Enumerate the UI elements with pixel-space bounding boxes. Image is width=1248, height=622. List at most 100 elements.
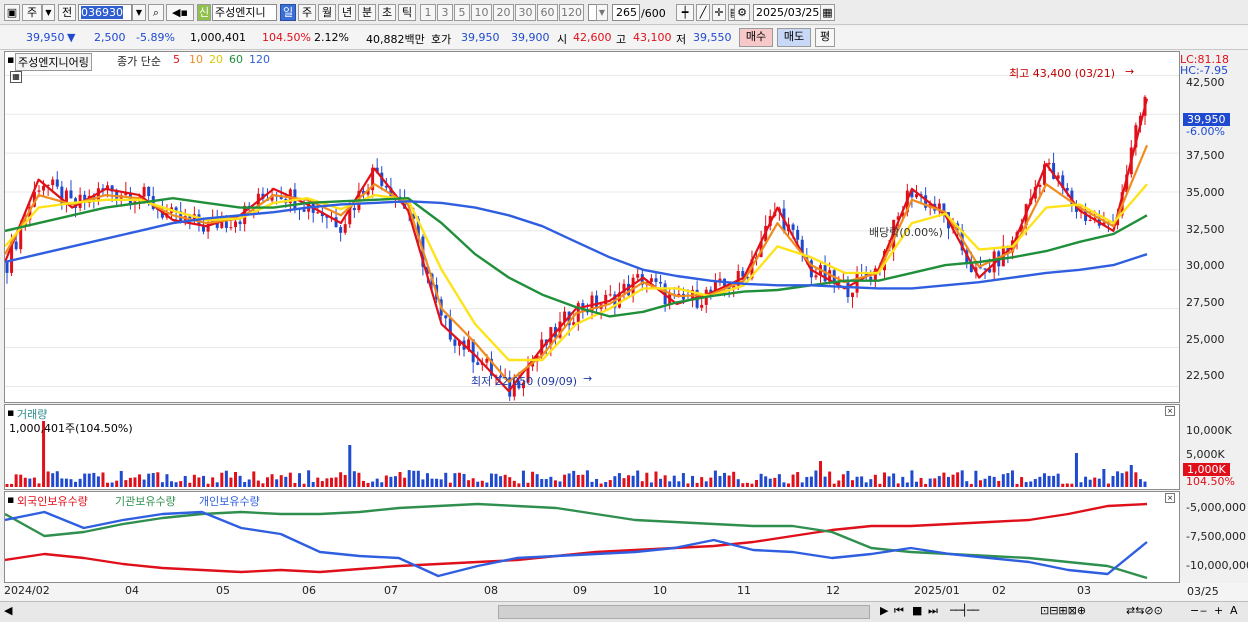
bottom-scrollbar[interactable]: ◀ ▶ ⏮ ■ ⏭ ──┤── ⊡⊟⊞⊠⊕ ⇄⇆⊘⊙ − ‒ + A bbox=[0, 601, 1248, 622]
period-week-button[interactable]: 주 bbox=[298, 4, 316, 21]
line-tool-icon[interactable]: ╱ bbox=[696, 4, 710, 21]
interval-3-button[interactable]: 3 bbox=[437, 4, 453, 21]
volume-bar bbox=[366, 482, 370, 487]
ma10-legend[interactable]: 10 bbox=[189, 53, 203, 66]
volume-close-icon[interactable]: × bbox=[1165, 406, 1175, 416]
new-badge: 신 bbox=[197, 4, 211, 21]
buy-button[interactable]: 매수 bbox=[739, 28, 773, 47]
volume-bar bbox=[439, 479, 443, 487]
y-tick: 25,000 bbox=[1186, 333, 1225, 346]
x-axis-label: 08 bbox=[484, 584, 498, 597]
speaker-icon[interactable]: ◀▪ bbox=[166, 4, 194, 21]
y-tick: 27,500 bbox=[1186, 296, 1225, 309]
ma5-legend[interactable]: 5 bbox=[173, 53, 180, 66]
foreign-legend[interactable]: 외국인보유수량 bbox=[17, 493, 88, 509]
code-dropdown-chevron-icon[interactable]: ▼ bbox=[132, 4, 146, 21]
volume-bar bbox=[211, 477, 215, 487]
individual-legend[interactable]: 개인보유수량 bbox=[199, 493, 260, 509]
stop-icon[interactable]: ■ bbox=[912, 604, 922, 617]
volume-bar bbox=[590, 481, 594, 487]
tool-icons[interactable]: ⇄⇆⊘⊙ bbox=[1126, 604, 1163, 617]
scroll-right-icon[interactable]: ▶ bbox=[880, 604, 888, 617]
zoom-out-icon[interactable]: − bbox=[1190, 604, 1199, 617]
volume-bar bbox=[759, 473, 763, 487]
period-minute-button[interactable]: 분 bbox=[358, 4, 376, 21]
holdings-close-icon[interactable]: × bbox=[1165, 493, 1175, 503]
period-second-button[interactable]: 초 bbox=[378, 4, 396, 21]
crosshair-icon[interactable]: ✛ bbox=[712, 4, 726, 21]
first-page-icon[interactable]: ⏮ bbox=[894, 604, 904, 618]
volume-bar bbox=[553, 480, 557, 487]
period-day-button[interactable]: 일 bbox=[280, 4, 296, 21]
volume-bar bbox=[371, 481, 375, 487]
low-annotation: 최저 22,050 (09/09) bbox=[471, 375, 578, 388]
volume-bar bbox=[352, 471, 356, 487]
x-axis-label: 04 bbox=[125, 584, 139, 597]
period-select[interactable]: 주 bbox=[22, 4, 42, 21]
play-icon[interactable]: ⏭ bbox=[928, 604, 938, 618]
interval-60-button[interactable]: 60 bbox=[537, 4, 558, 21]
chart-menu-icon[interactable]: ▣ bbox=[4, 4, 20, 21]
volume-bar bbox=[1056, 473, 1060, 487]
ma60-legend[interactable]: 60 bbox=[229, 53, 243, 66]
open-price: 42,600 bbox=[573, 31, 612, 44]
table-toggle-icon[interactable]: ▦ bbox=[10, 71, 22, 83]
data-count-input[interactable]: 265 bbox=[612, 4, 640, 21]
prev-button[interactable]: 전 bbox=[58, 4, 76, 21]
date-input[interactable]: 2025/03/25 bbox=[753, 4, 821, 21]
interval-120-button[interactable]: 120 bbox=[559, 4, 584, 21]
volume-bar bbox=[613, 476, 617, 487]
interval-chevron-down-icon[interactable]: ▼ bbox=[596, 4, 608, 21]
stock-code-input[interactable]: 036930 bbox=[78, 4, 132, 21]
font-size-icon[interactable]: A bbox=[1230, 604, 1238, 617]
gear-icon[interactable]: ⚙ bbox=[734, 4, 750, 21]
volume-bar bbox=[723, 472, 727, 487]
period-month-button[interactable]: 월 bbox=[318, 4, 336, 21]
x-axis-label: 2025/01 bbox=[914, 584, 960, 597]
period-year-button[interactable]: 년 bbox=[338, 4, 356, 21]
sell-button[interactable]: 매도 bbox=[777, 28, 811, 47]
volume-bar bbox=[133, 477, 137, 487]
zoom-slider-icon[interactable]: ──┤── bbox=[950, 604, 979, 617]
scroll-thumb[interactable] bbox=[498, 605, 870, 619]
volume-y-axis: 10,000K 5,000K 1,000K 104.50% bbox=[1180, 404, 1242, 490]
volume-bar bbox=[1134, 472, 1138, 487]
interval-10-button[interactable]: 10 bbox=[471, 4, 492, 21]
volume-bar bbox=[110, 482, 114, 487]
low-label: 저 bbox=[676, 33, 687, 46]
zoom-minus-icon[interactable]: ‒ bbox=[1200, 604, 1207, 617]
interval-1-button[interactable]: 1 bbox=[420, 4, 436, 21]
volume-bar bbox=[713, 470, 717, 487]
holdings-panel[interactable]: ▪ 외국인보유수량 기관보유수량 개인보유수량 × bbox=[4, 491, 1180, 583]
institution-legend[interactable]: 기관보유수량 bbox=[115, 493, 176, 509]
volume-bar bbox=[74, 481, 78, 487]
zoom-in-icon[interactable]: + bbox=[1214, 604, 1223, 617]
volume-bar bbox=[416, 470, 420, 487]
chevron-down-icon[interactable]: ▼ bbox=[42, 4, 55, 21]
flat-button[interactable]: 평 bbox=[815, 28, 835, 47]
calendar-icon[interactable]: ▦ bbox=[820, 4, 835, 21]
period-tick-button[interactable]: 틱 bbox=[398, 4, 416, 21]
ma20-legend[interactable]: 20 bbox=[209, 53, 223, 66]
ma120-legend[interactable]: 120 bbox=[249, 53, 270, 66]
stock-name-field[interactable]: 주성엔지니 bbox=[212, 4, 277, 21]
price-chart-panel[interactable]: ▪ 주성엔지니어링 종가 단순 5 10 20 60 120 ▦ 최고 43,4… bbox=[4, 51, 1180, 403]
scroll-left-icon[interactable]: ◀ bbox=[4, 604, 12, 617]
volume-bar bbox=[471, 478, 475, 487]
volume-panel[interactable]: ▪ 거래량 1,000,401주(104.50%) × bbox=[4, 404, 1180, 490]
layout-icons[interactable]: ⊡⊟⊞⊠⊕ bbox=[1040, 604, 1086, 617]
volume-bar bbox=[869, 479, 873, 487]
volume-bar bbox=[467, 480, 471, 487]
candle-type-icon[interactable]: ┿ bbox=[676, 4, 694, 21]
stock-name-tag[interactable]: 주성엔지니어링 bbox=[15, 53, 92, 71]
interval-20-button[interactable]: 20 bbox=[493, 4, 514, 21]
search-icon[interactable]: ⌕ bbox=[148, 4, 164, 21]
volume-bar bbox=[453, 473, 457, 487]
x-axis-label: 07 bbox=[384, 584, 398, 597]
interval-30-button[interactable]: 30 bbox=[515, 4, 536, 21]
volume-bar bbox=[764, 476, 768, 487]
volume-bar bbox=[905, 482, 909, 487]
volume-bar bbox=[32, 477, 36, 487]
volume-bar bbox=[695, 482, 699, 487]
interval-5-button[interactable]: 5 bbox=[454, 4, 470, 21]
